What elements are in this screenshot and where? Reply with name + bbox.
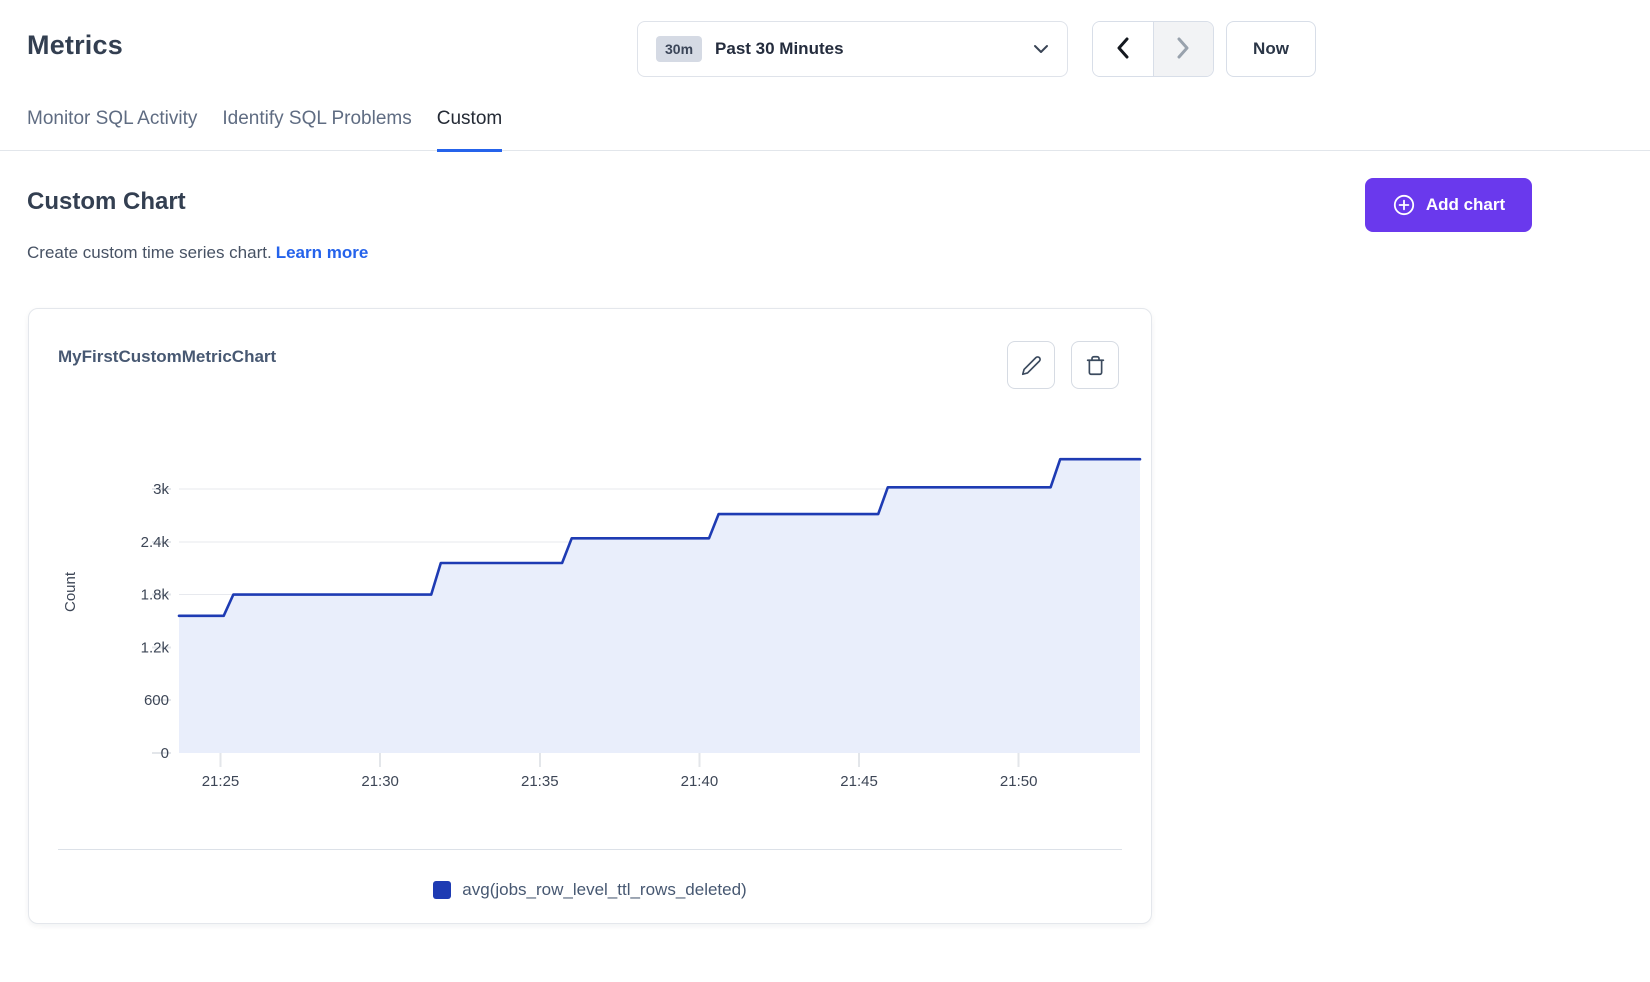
svg-text:21:35: 21:35: [521, 773, 559, 790]
delete-chart-button[interactable]: [1071, 341, 1119, 389]
svg-text:3k: 3k: [153, 481, 169, 498]
add-chart-label: Add chart: [1426, 195, 1505, 215]
svg-text:1.8k: 1.8k: [141, 587, 170, 604]
time-range-select[interactable]: 30m Past 30 Minutes: [637, 21, 1068, 77]
time-range-badge: 30m: [656, 36, 702, 62]
y-axis-ticks: 0 600 1.2k 1.8k 2.4k 3k: [141, 481, 170, 762]
tab-custom[interactable]: Custom: [437, 100, 502, 152]
svg-text:1.2k: 1.2k: [141, 639, 170, 656]
svg-text:21:40: 21:40: [681, 773, 719, 790]
chart-legend: avg(jobs_row_level_ttl_rows_deleted): [29, 875, 1151, 905]
plus-circle-icon: [1392, 193, 1416, 217]
legend-label: avg(jobs_row_level_ttl_rows_deleted): [462, 880, 746, 900]
pencil-icon: [1021, 355, 1042, 376]
section-description-text: Create custom time series chart.: [27, 243, 272, 262]
time-back-button[interactable]: [1093, 22, 1153, 76]
y-axis-title: Count: [62, 571, 79, 612]
legend-swatch: [433, 881, 451, 899]
trash-icon: [1085, 355, 1106, 376]
svg-text:2.4k: 2.4k: [141, 534, 170, 551]
svg-text:21:25: 21:25: [202, 773, 240, 790]
series-area: [179, 459, 1140, 753]
tab-monitor-sql-activity[interactable]: Monitor SQL Activity: [27, 100, 197, 152]
edit-chart-button[interactable]: [1007, 341, 1055, 389]
learn-more-link[interactable]: Learn more: [276, 243, 369, 262]
svg-text:0: 0: [161, 745, 169, 762]
time-forward-button[interactable]: [1153, 22, 1214, 76]
chevron-left-icon: [1116, 37, 1130, 62]
add-chart-button[interactable]: Add chart: [1365, 178, 1532, 232]
custom-chart-svg: 06001.2k1.8k2.4k3k21:2521:3021:3521:4021…: [29, 409, 1153, 809]
time-pager: [1092, 21, 1214, 77]
legend-divider: [58, 849, 1122, 850]
svg-text:21:50: 21:50: [1000, 773, 1038, 790]
svg-text:600: 600: [144, 692, 169, 709]
section-title: Custom Chart: [27, 188, 186, 216]
section-description: Create custom time series chart.Learn mo…: [27, 243, 368, 263]
chart-card: MyFirstCustomMetricChart 0 600 1.2k 1.8k 2.4…: [28, 308, 1152, 924]
svg-text:21:45: 21:45: [840, 773, 878, 790]
now-button[interactable]: Now: [1226, 21, 1316, 77]
chevron-down-icon: [1033, 44, 1049, 54]
metrics-page: Metrics 30m Past 30 Minutes Now Monitor …: [0, 0, 1650, 982]
chart-title: MyFirstCustomMetricChart: [58, 347, 276, 367]
page-title: Metrics: [27, 30, 123, 61]
metrics-tabs: Monitor SQL Activity Identify SQL Proble…: [0, 100, 1650, 151]
x-axis-ticks: 21:25 21:30 21:35 21:40 21:45 21:50: [202, 753, 1038, 790]
chart-card-actions: [1007, 341, 1119, 389]
chevron-right-icon: [1176, 37, 1190, 62]
svg-text:21:30: 21:30: [361, 773, 399, 790]
time-range-label: Past 30 Minutes: [715, 39, 844, 59]
tab-identify-sql-problems[interactable]: Identify SQL Problems: [222, 100, 411, 152]
